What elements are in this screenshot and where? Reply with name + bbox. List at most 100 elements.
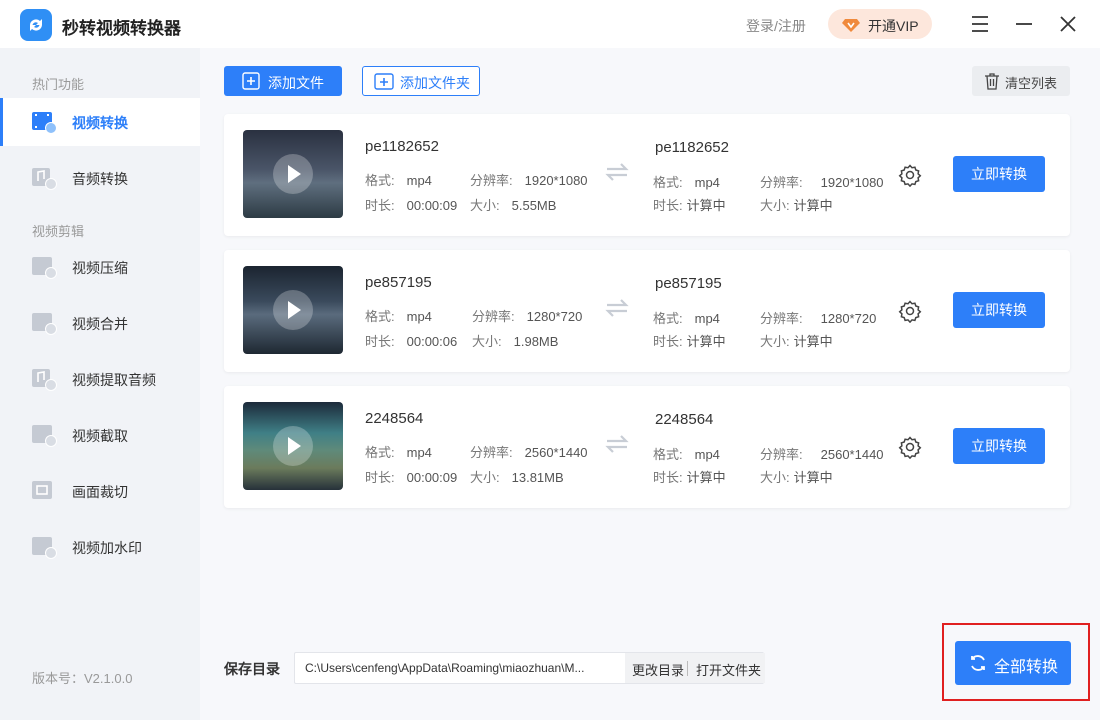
sidebar-item-video-compress[interactable]: 视频压缩 <box>0 243 200 291</box>
convert-now-button[interactable]: 立即转换 <box>953 428 1045 464</box>
watermark-icon <box>32 537 57 559</box>
output-resolution: 分辨率: 1920*1080 <box>760 175 884 190</box>
app-title: 秒转视频转换器 <box>62 19 181 38</box>
save-directory-path[interactable]: C:\Users\cenfeng\AppData\Roaming\miaozhu… <box>305 661 625 675</box>
video-thumbnail[interactable] <box>243 266 343 354</box>
clear-list-label: 清空列表 <box>1005 76 1058 91</box>
video-merge-icon <box>32 313 57 335</box>
file-card: 2248564 格式: mp4 分辨率: 2560*1440 时长: 00:00:09… <box>224 386 1070 508</box>
source-duration: 时长: 00:00:09 <box>365 470 458 485</box>
version-label: 版本号：V2.1.0.0 <box>32 671 133 686</box>
file-card: pe857195 格式: mp4 分辨率: 1280*720 时长: 00:00:06… <box>224 250 1070 372</box>
source-resolution: 分辨率: 1920*1080 <box>470 173 588 188</box>
save-directory-label: 保存目录 <box>224 661 280 677</box>
source-file-name: pe857195 <box>365 274 432 291</box>
menu-icon[interactable] <box>968 12 992 36</box>
source-size: 大小: 1.98MB <box>472 334 559 349</box>
play-icon[interactable] <box>273 154 313 194</box>
video-thumbnail[interactable] <box>243 130 343 218</box>
sidebar-item-crop[interactable]: 画面裁切 <box>0 467 200 515</box>
sidebar-item-video-cut[interactable]: 视频截取 <box>0 411 200 459</box>
login-register-link[interactable]: 登录/注册 <box>746 16 806 36</box>
settings-gear-icon[interactable] <box>898 299 922 323</box>
source-format: 格式: mp4 <box>365 445 432 460</box>
save-directory-actions: 更改目录 打开文件夹 <box>625 653 765 683</box>
convert-arrows-icon <box>605 299 629 317</box>
sidebar-item-extract-audio[interactable]: 视频提取音频 <box>0 355 200 403</box>
output-format: 格式: mp4 <box>653 175 720 190</box>
output-format: 格式: mp4 <box>653 311 720 326</box>
output-duration: 时长: 计算中 <box>653 334 726 349</box>
sidebar-item-label: 音频转换 <box>72 171 128 187</box>
source-duration: 时长: 00:00:09 <box>365 198 458 213</box>
sidebar-item-label: 视频压缩 <box>72 260 128 276</box>
output-size: 大小: 计算中 <box>760 334 833 349</box>
sidebar-item-label: 视频提取音频 <box>72 372 156 388</box>
open-folder-button[interactable]: 打开文件夹 <box>696 660 761 679</box>
add-folder-button[interactable]: 添加文件夹 <box>362 66 480 96</box>
play-icon[interactable] <box>273 426 313 466</box>
sidebar-item-label: 视频截取 <box>72 428 128 444</box>
convert-arrows-icon <box>605 435 629 453</box>
output-file-name: pe857195 <box>655 275 722 292</box>
audio-convert-icon <box>32 168 57 190</box>
add-file-label: 添加文件 <box>268 75 324 91</box>
settings-gear-icon[interactable] <box>898 435 922 459</box>
divider <box>687 661 688 676</box>
clear-list-button[interactable]: 清空列表 <box>972 66 1070 96</box>
section-title-hot: 热门功能 <box>32 77 85 92</box>
source-file-name: pe1182652 <box>365 138 439 155</box>
source-size: 大小: 5.55MB <box>470 198 557 213</box>
play-icon[interactable] <box>273 290 313 330</box>
output-format: 格式: mp4 <box>653 447 720 462</box>
sidebar-item-label: 视频加水印 <box>72 540 142 556</box>
add-file-icon <box>242 72 260 90</box>
source-file-name: 2248564 <box>365 410 424 427</box>
convert-now-button[interactable]: 立即转换 <box>953 292 1045 328</box>
output-resolution: 分辨率: 2560*1440 <box>760 447 884 462</box>
close-icon[interactable] <box>1056 12 1080 36</box>
minimize-icon[interactable] <box>1012 12 1036 36</box>
sidebar-item-watermark[interactable]: 视频加水印 <box>0 523 200 571</box>
open-vip-button[interactable]: 开通VIP <box>828 9 932 39</box>
add-folder-icon <box>374 73 394 90</box>
output-duration: 时长: 计算中 <box>653 470 726 485</box>
sidebar: 热门功能 视频转换 音频转换 视频剪辑 视频压缩 视频合并 视频提取音频 视频截… <box>0 48 200 720</box>
output-file-name: pe1182652 <box>655 139 729 156</box>
vip-label: 开通VIP <box>868 18 919 34</box>
refresh-icon <box>971 655 985 671</box>
file-card: pe1182652 格式: mp4 分辨率: 1920*1080 时长: 00:00:… <box>224 114 1070 236</box>
convert-all-button[interactable]: 全部转换 <box>955 641 1071 685</box>
extract-audio-icon <box>32 369 57 391</box>
output-file-name: 2248564 <box>655 411 714 428</box>
video-cut-icon <box>32 425 57 447</box>
trash-icon <box>985 73 999 90</box>
video-thumbnail[interactable] <box>243 402 343 490</box>
source-format: 格式: mp4 <box>365 173 432 188</box>
sidebar-item-audio-convert[interactable]: 音频转换 <box>0 154 200 202</box>
main-panel: 添加文件 添加文件夹 清空列表 pe1182652 格式: mp4 分辨率: 192… <box>200 48 1100 720</box>
convert-all-label: 全部转换 <box>994 659 1059 676</box>
output-duration: 时长: 计算中 <box>653 198 726 213</box>
convert-arrows-icon <box>605 163 629 181</box>
output-size: 大小: 计算中 <box>760 470 833 485</box>
convert-now-button[interactable]: 立即转换 <box>953 156 1045 192</box>
output-size: 大小: 计算中 <box>760 198 833 213</box>
add-file-button[interactable]: 添加文件 <box>224 66 342 96</box>
change-directory-button[interactable]: 更改目录 <box>632 660 684 679</box>
sidebar-item-label: 视频合并 <box>72 316 128 332</box>
app-logo-icon <box>20 9 52 41</box>
video-compress-icon <box>32 257 57 279</box>
save-directory-field: C:\Users\cenfeng\AppData\Roaming\miaozhu… <box>294 652 765 684</box>
source-format: 格式: mp4 <box>365 309 432 324</box>
crop-icon <box>32 481 52 499</box>
sidebar-item-video-convert[interactable]: 视频转换 <box>0 98 200 146</box>
output-resolution: 分辨率: 1280*720 <box>760 311 877 326</box>
video-convert-icon <box>32 112 57 134</box>
add-folder-label: 添加文件夹 <box>400 75 470 91</box>
sidebar-item-label: 视频转换 <box>72 115 128 131</box>
source-resolution: 分辨率: 1280*720 <box>472 309 583 324</box>
settings-gear-icon[interactable] <box>898 163 922 187</box>
sidebar-item-label: 画面裁切 <box>72 484 128 500</box>
sidebar-item-video-merge[interactable]: 视频合并 <box>0 299 200 347</box>
